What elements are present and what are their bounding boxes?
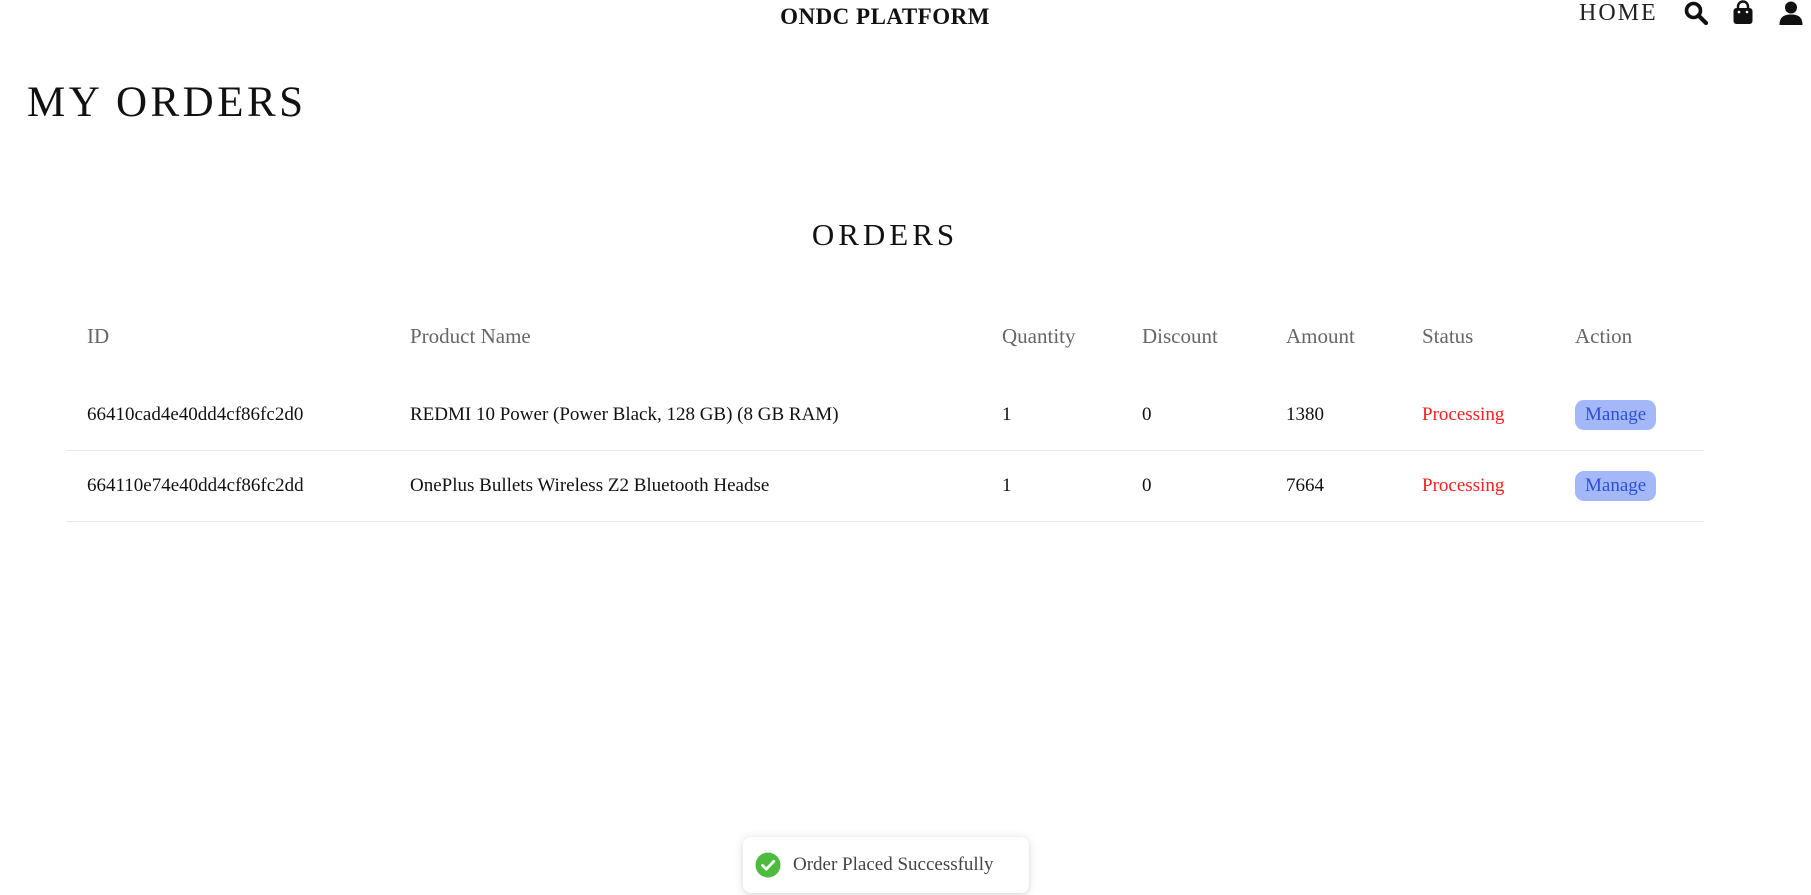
- manage-button[interactable]: Manage: [1575, 400, 1657, 430]
- table-header: ID Product Name Quantity Discount Amount…: [67, 308, 1704, 380]
- status-badge: Processing: [1422, 404, 1505, 425]
- quantity: 1: [1002, 404, 1012, 425]
- discount: 0: [1142, 475, 1152, 496]
- table-row: 664110e74e40dd4cf86fc2dd OnePlus Bullets…: [67, 451, 1704, 522]
- amount: 7664: [1286, 475, 1324, 496]
- manage-button[interactable]: Manage: [1575, 471, 1657, 501]
- table-row: 66410cad4e40dd4cf86fc2d0 REDMI 10 Power …: [67, 380, 1704, 451]
- brand-title[interactable]: ONDC PLATFORM: [0, 4, 1770, 30]
- column-header-discount: Discount: [1142, 323, 1218, 348]
- search-icon[interactable]: [1683, 0, 1709, 26]
- page: ONDC PLATFORM HOME MY ORDERS ORDERS ID P…: [0, 0, 1811, 895]
- column-header-id: ID: [87, 323, 110, 348]
- quantity: 1: [1002, 475, 1012, 496]
- check-circle-icon: [755, 852, 781, 878]
- order-id: 664110e74e40dd4cf86fc2dd: [87, 475, 304, 496]
- action-cell: Manage: [1575, 380, 1657, 450]
- amount: 1380: [1286, 404, 1324, 425]
- product-name: REDMI 10 Power (Power Black, 128 GB) (8 …: [410, 404, 839, 425]
- column-header-product-name: Product Name: [410, 323, 531, 348]
- orders-table: ID Product Name Quantity Discount Amount…: [67, 308, 1704, 522]
- toast-message: Order Placed Successfully: [793, 854, 994, 875]
- column-header-action: Action: [1575, 323, 1633, 348]
- shopping-bag-icon[interactable]: [1730, 0, 1756, 26]
- order-id: 66410cad4e40dd4cf86fc2d0: [87, 404, 304, 425]
- action-cell: Manage: [1575, 451, 1657, 521]
- column-header-amount: Amount: [1286, 323, 1355, 348]
- status-badge: Processing: [1422, 475, 1505, 496]
- column-header-quantity: Quantity: [1002, 323, 1076, 348]
- table-body: 66410cad4e40dd4cf86fc2d0 REDMI 10 Power …: [67, 380, 1704, 522]
- page-title: MY ORDERS: [27, 79, 307, 126]
- discount: 0: [1142, 404, 1152, 425]
- column-header-status: Status: [1422, 323, 1474, 348]
- section-title: ORDERS: [811, 217, 959, 252]
- product-name: OnePlus Bullets Wireless Z2 Bluetooth He…: [410, 475, 770, 496]
- success-toast[interactable]: Order Placed Successfully: [743, 837, 1029, 893]
- user-icon[interactable]: [1778, 0, 1804, 26]
- nav-home-link[interactable]: HOME: [1579, 0, 1658, 27]
